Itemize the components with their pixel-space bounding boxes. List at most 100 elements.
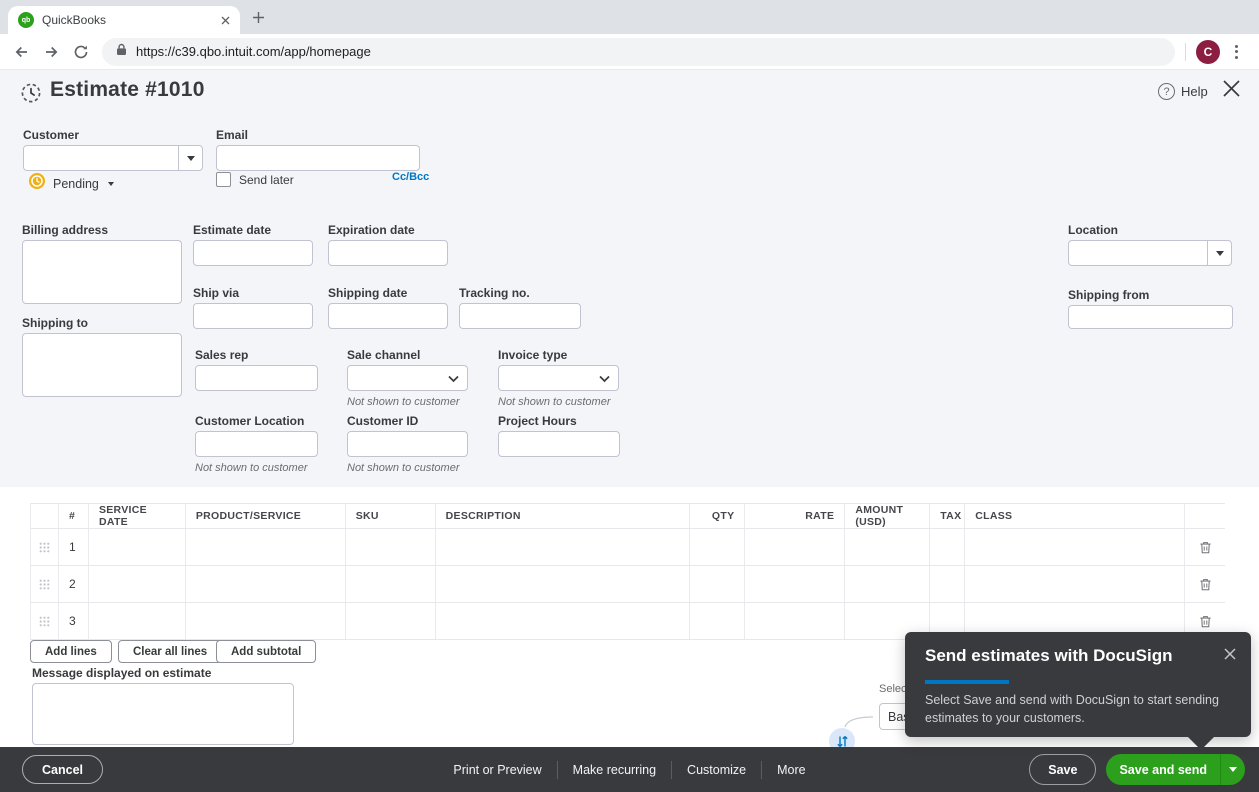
cell-sku[interactable] xyxy=(346,566,436,602)
url-input[interactable]: https://c39.qbo.intuit.com/app/homepage xyxy=(102,37,1175,66)
drag-handle-icon[interactable] xyxy=(31,566,59,602)
sale-channel-select[interactable] xyxy=(347,365,468,391)
clear-all-lines-button[interactable]: Clear all lines xyxy=(118,640,223,663)
send-later-group: Send later xyxy=(216,172,294,187)
header-qty: QTY xyxy=(690,504,746,528)
cell-rate[interactable] xyxy=(745,529,846,565)
save-button[interactable]: Save xyxy=(1029,754,1097,785)
cell-class[interactable] xyxy=(965,566,1186,602)
trash-icon[interactable] xyxy=(1185,566,1225,602)
expiration-date-field[interactable] xyxy=(328,240,448,266)
popup-body: Select Save and send with DocuSign to st… xyxy=(925,693,1219,726)
location-select[interactable] xyxy=(1068,240,1232,266)
email-field[interactable] xyxy=(216,145,420,171)
close-icon[interactable] xyxy=(1222,79,1241,98)
tab-close-icon[interactable] xyxy=(221,16,230,25)
cell-tax[interactable] xyxy=(930,566,966,602)
save-and-send-caret-icon[interactable] xyxy=(1220,754,1245,785)
cell-rate[interactable] xyxy=(745,566,846,602)
more-button[interactable]: More xyxy=(762,763,820,777)
new-tab-icon[interactable] xyxy=(252,11,265,24)
shipping-to-field[interactable] xyxy=(22,333,182,397)
cell-sku[interactable] xyxy=(346,529,436,565)
drag-handle-icon[interactable] xyxy=(31,603,59,639)
invoice-type-select[interactable] xyxy=(498,365,619,391)
cancel-button[interactable]: Cancel xyxy=(22,755,103,784)
shipping-date-group: Shipping date xyxy=(328,286,448,329)
trash-icon[interactable] xyxy=(1185,529,1225,565)
chevron-down-icon[interactable] xyxy=(178,146,202,170)
drag-handle-icon[interactable] xyxy=(31,529,59,565)
make-recurring-button[interactable]: Make recurring xyxy=(558,763,671,777)
project-hours-field[interactable] xyxy=(498,431,620,457)
header-sku: SKU xyxy=(346,504,436,528)
estimate-form-page: Estimate #1010 ? Help Customer Email Pen… xyxy=(0,70,1259,754)
cell-amount[interactable] xyxy=(845,566,931,602)
add-lines-button[interactable]: Add lines xyxy=(30,640,112,663)
recent-transactions-icon[interactable] xyxy=(20,82,42,109)
cell-qty[interactable] xyxy=(690,603,746,639)
reload-icon[interactable] xyxy=(66,37,96,67)
email-field-group: Email xyxy=(216,128,420,171)
project-hours-group: Project Hours xyxy=(498,414,620,457)
save-and-send-button[interactable]: Save and send xyxy=(1106,754,1245,785)
customer-select[interactable] xyxy=(23,145,203,171)
add-subtotal-button[interactable]: Add subtotal xyxy=(216,640,317,663)
customer-id-field[interactable] xyxy=(347,431,468,457)
cell-service-date[interactable] xyxy=(89,529,186,565)
expiration-date-group: Expiration date xyxy=(328,223,448,266)
line-items-table: # SERVICE DATE PRODUCT/SERVICE SKU DESCR… xyxy=(30,503,1225,640)
cell-product-service[interactable] xyxy=(186,603,346,639)
back-icon[interactable] xyxy=(6,37,36,67)
page-title: Estimate #1010 xyxy=(50,78,205,101)
cell-service-date[interactable] xyxy=(89,566,186,602)
browser-profile-avatar[interactable]: C xyxy=(1196,39,1220,64)
cell-amount[interactable] xyxy=(845,529,931,565)
cell-description[interactable] xyxy=(436,566,691,602)
chevron-down-icon[interactable] xyxy=(1207,241,1231,265)
cell-service-date[interactable] xyxy=(89,603,186,639)
ship-via-field[interactable] xyxy=(193,303,313,329)
billing-address-field[interactable] xyxy=(22,240,182,304)
browser-tab-strip: qb QuickBooks xyxy=(0,0,1259,34)
tab-title: QuickBooks xyxy=(42,13,107,27)
cell-description[interactable] xyxy=(436,529,691,565)
shipping-from-group: Shipping from xyxy=(1068,288,1233,329)
popup-close-icon[interactable] xyxy=(1224,648,1236,660)
cc-bcc-link[interactable]: Cc/Bcc xyxy=(392,171,429,183)
customer-location-field[interactable] xyxy=(195,431,318,457)
cell-tax[interactable] xyxy=(930,529,966,565)
send-later-checkbox[interactable] xyxy=(216,172,231,187)
row-number: 1 xyxy=(59,529,89,565)
print-or-preview-button[interactable]: Print or Preview xyxy=(438,763,556,777)
shipping-date-field[interactable] xyxy=(328,303,448,329)
status-caret-icon xyxy=(107,181,114,186)
customer-id-group: Customer ID Not shown to customer xyxy=(347,414,468,474)
row-number: 2 xyxy=(59,566,89,602)
cell-qty[interactable] xyxy=(690,529,746,565)
header-number: # xyxy=(59,504,89,528)
cell-product-service[interactable] xyxy=(186,529,346,565)
message-field[interactable] xyxy=(32,683,294,745)
forward-icon[interactable] xyxy=(36,37,66,67)
cell-rate[interactable] xyxy=(745,603,846,639)
table-header-row: # SERVICE DATE PRODUCT/SERVICE SKU DESCR… xyxy=(31,503,1225,529)
status-badge[interactable]: Pending xyxy=(28,172,114,195)
cell-sku[interactable] xyxy=(346,603,436,639)
estimate-date-field[interactable] xyxy=(193,240,313,266)
browser-tab[interactable]: qb QuickBooks xyxy=(8,6,240,34)
shipping-from-field[interactable] xyxy=(1068,305,1233,329)
help-button[interactable]: ? Help xyxy=(1158,83,1208,100)
sales-rep-field[interactable] xyxy=(195,365,318,391)
cell-description[interactable] xyxy=(436,603,691,639)
cell-qty[interactable] xyxy=(690,566,746,602)
tracking-no-field[interactable] xyxy=(459,303,581,329)
cell-class[interactable] xyxy=(965,529,1186,565)
message-label: Message displayed on estimate xyxy=(32,666,212,680)
cell-product-service[interactable] xyxy=(186,566,346,602)
header-trash-cell xyxy=(1185,504,1225,528)
customize-button[interactable]: Customize xyxy=(672,763,761,777)
footer-right-actions: Save Save and send xyxy=(1029,754,1245,785)
not-shown-note: Not shown to customer xyxy=(347,462,460,474)
browser-menu-icon[interactable] xyxy=(1226,40,1246,64)
